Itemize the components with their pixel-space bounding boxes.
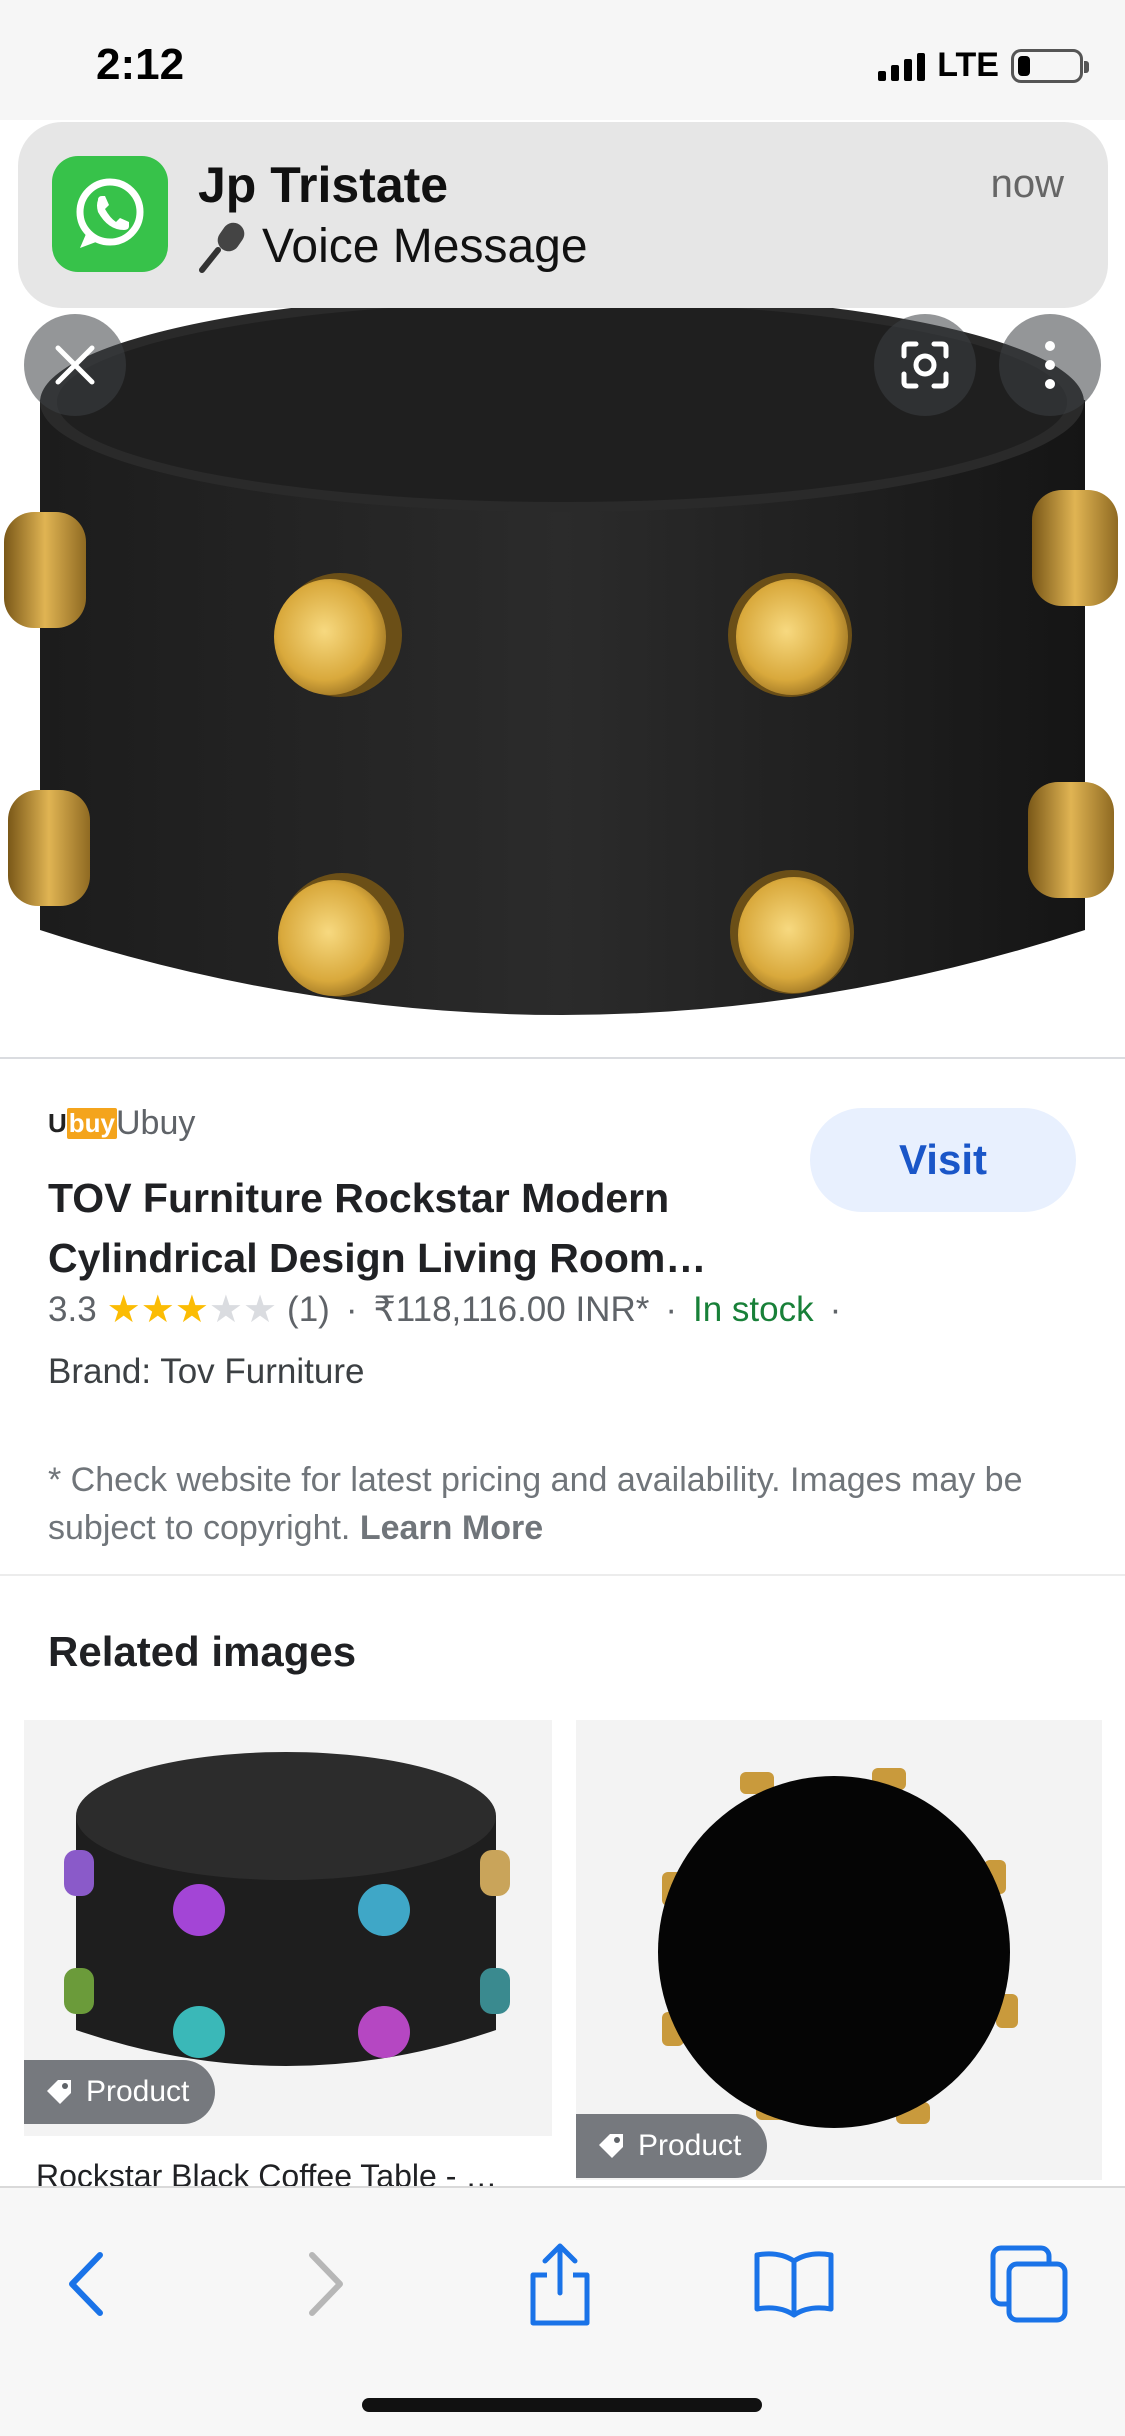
notification-time: now (990, 162, 1064, 206)
related-image-card[interactable]: Product (24, 1720, 552, 2136)
battery-icon (1011, 48, 1089, 83)
product-brand: Brand: Tov Furniture (48, 1352, 365, 1391)
star-icon: ★ (208, 1289, 243, 1331)
status-indicators: LTE (878, 46, 1089, 85)
tabs-icon (990, 2245, 1068, 2323)
battery-fill (1018, 55, 1030, 76)
source-row[interactable]: Ubuy Ubuy (48, 1104, 195, 1143)
source-name: Ubuy (116, 1104, 196, 1142)
more-options-button[interactable] (999, 314, 1101, 416)
lens-button[interactable] (874, 314, 976, 416)
bookmarks-button[interactable] (744, 2234, 844, 2334)
learn-more-link[interactable]: Learn More (360, 1509, 543, 1547)
network-type: LTE (937, 46, 999, 84)
star-icon: ★ (174, 1289, 209, 1331)
product-meta: 3.3 ★ ★ ★ ★ ★ (1) · ₹118,116.00 INR* · In st… (48, 1290, 857, 1330)
related-image-card[interactable]: Product (576, 1720, 1102, 2180)
star-icon: ★ (140, 1289, 175, 1331)
whatsapp-icon (52, 156, 168, 272)
divider (0, 1574, 1125, 1576)
more-vert-icon (1045, 341, 1055, 389)
coffee-table-image (4, 292, 1118, 1015)
status-bar: 2:12 LTE (0, 0, 1125, 120)
separator: · (665, 1290, 678, 1329)
related-image-top-view-table (576, 1720, 1102, 2180)
product-title[interactable]: TOV Furniture Rockstar Modern Cylindrica… (48, 1168, 788, 1288)
product-badge-label: Product (86, 2075, 190, 2108)
rating-stars: ★ ★ ★ ★ ★ (107, 1291, 277, 1329)
rating-value: 3.3 (48, 1290, 97, 1329)
notification-message-row: Voice Message (198, 218, 588, 274)
separator: · (345, 1290, 358, 1329)
product-image[interactable] (0, 290, 1125, 1060)
microphone-icon (199, 222, 245, 273)
ubuy-logo: Ubuy (48, 1108, 118, 1139)
back-arrow-icon (69, 2252, 103, 2316)
notification-message: Voice Message (262, 219, 588, 273)
visit-button[interactable]: Visit (810, 1108, 1076, 1212)
bookmarks-book-icon (754, 2251, 834, 2318)
google-lens-icon (901, 341, 949, 389)
star-icon: ★ (106, 1289, 141, 1331)
divider (0, 1057, 1125, 1059)
product-price: ₹118,116.00 INR* (373, 1290, 650, 1329)
back-button[interactable] (36, 2234, 136, 2334)
tabs-button[interactable] (979, 2234, 1079, 2334)
status-time: 2:12 (96, 40, 185, 89)
disclaimer: * Check website for latest pricing and a… (48, 1456, 1088, 1552)
close-button[interactable] (24, 314, 126, 416)
notification-banner[interactable]: Jp Tristate Voice Message now (18, 122, 1108, 308)
forward-button[interactable] (276, 2234, 376, 2334)
share-icon (530, 2243, 590, 2326)
tag-icon (47, 2080, 71, 2104)
signal-icon (878, 51, 926, 81)
product-badge: Product (576, 2114, 768, 2178)
notification-sender: Jp Tristate (198, 157, 449, 213)
product-badge: Product (24, 2060, 216, 2124)
page: 2:12 LTE Jp Tristate Voice Message now U… (0, 0, 1125, 2436)
related-images-heading: Related images (48, 1628, 357, 1675)
separator: · (829, 1290, 842, 1329)
home-indicator (362, 2398, 762, 2412)
product-badge-label: Product (638, 2129, 742, 2162)
review-count: (1) (287, 1290, 330, 1329)
tag-icon (599, 2134, 623, 2158)
star-icon: ★ (242, 1289, 278, 1331)
availability: In stock (693, 1290, 814, 1329)
forward-arrow-icon (309, 2252, 343, 2316)
share-button[interactable] (510, 2234, 610, 2334)
close-icon (55, 345, 95, 385)
